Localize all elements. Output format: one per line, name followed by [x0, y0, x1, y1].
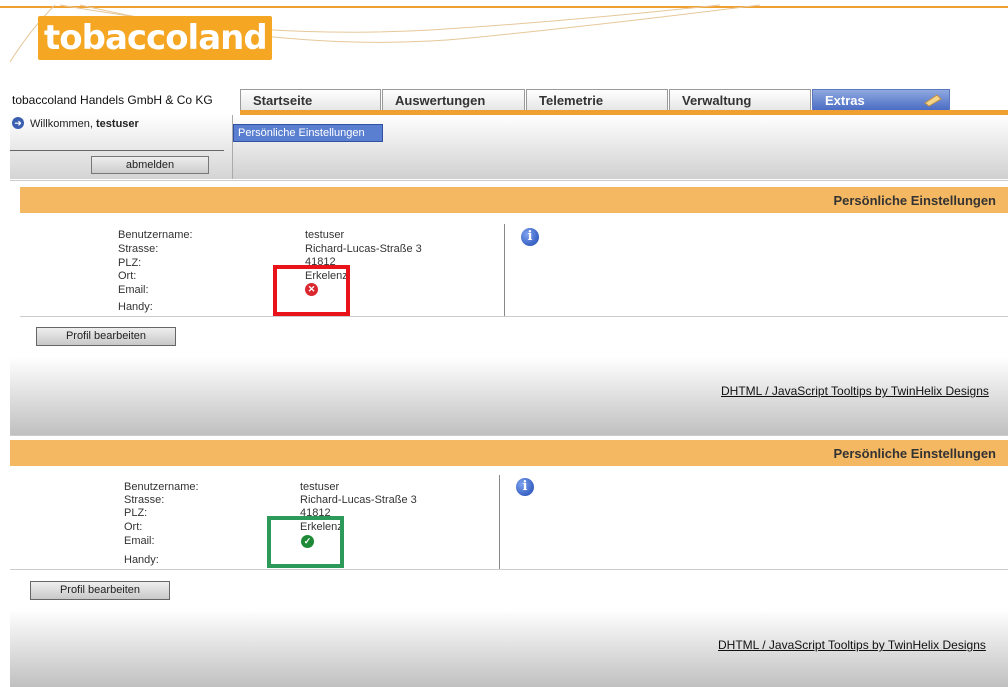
- info-icon[interactable]: i: [516, 478, 534, 496]
- welcome-username: testuser: [96, 118, 139, 130]
- vertical-divider: [499, 475, 500, 569]
- label-email: Email:: [124, 535, 155, 547]
- welcome-text: Willkommen, testuser: [30, 118, 139, 130]
- value-username: testuser: [305, 229, 345, 241]
- divider: [20, 316, 1008, 317]
- label-city: Ort:: [118, 270, 137, 282]
- highlight-box-error: [273, 265, 350, 316]
- label-street: Strasse:: [118, 243, 159, 255]
- arrow-right-icon: ➜: [12, 117, 24, 129]
- info-icon[interactable]: i: [521, 228, 539, 246]
- tab-extras[interactable]: Extras: [812, 89, 950, 111]
- tab-verwaltung[interactable]: Verwaltung: [669, 89, 811, 111]
- tab-auswertungen[interactable]: Auswertungen: [382, 89, 525, 111]
- tab-label: Startseite: [253, 93, 313, 108]
- company-name: tobaccoland Handels GmbH & Co KG: [12, 93, 213, 107]
- vertical-divider: [504, 224, 505, 316]
- panel-title: Persönliche Einstellungen: [10, 440, 1008, 466]
- value-street: Richard-Lucas-Straße 3: [300, 494, 417, 506]
- label-city: Ort:: [124, 521, 143, 533]
- logo[interactable]: tobaccoland: [38, 16, 272, 60]
- edit-profile-button[interactable]: Profil bearbeiten: [30, 581, 170, 600]
- label-street: Strasse:: [124, 494, 165, 506]
- welcome-prefix: Willkommen,: [30, 118, 97, 130]
- tooltips-credit-link[interactable]: DHTML / JavaScript Tooltips by TwinHelix…: [718, 638, 986, 652]
- pencil-icon: [924, 94, 942, 107]
- tab-label: Verwaltung: [682, 93, 752, 108]
- tooltips-credit-link[interactable]: DHTML / JavaScript Tooltips by TwinHelix…: [721, 384, 989, 398]
- value-zip: 41812: [305, 256, 336, 265]
- tab-label: Extras: [825, 93, 865, 108]
- tab-startseite[interactable]: Startseite: [240, 89, 381, 111]
- label-zip: PLZ:: [118, 257, 142, 269]
- edit-profile-button[interactable]: Profil bearbeiten: [36, 327, 176, 346]
- label-username: Benutzername:: [124, 481, 199, 493]
- redacted-email: [338, 537, 468, 561]
- panel-title: Persönliche Einstellungen: [20, 187, 1008, 213]
- label-zip: PLZ:: [124, 507, 148, 519]
- tab-label: Auswertungen: [395, 93, 486, 108]
- label-mobile: Handy:: [118, 301, 153, 313]
- label-email: Email:: [118, 284, 149, 296]
- divider: [10, 569, 1008, 570]
- tab-label: Telemetrie: [539, 93, 604, 108]
- label-username: Benutzername:: [118, 229, 193, 241]
- logout-button[interactable]: abmelden: [91, 156, 209, 174]
- tab-telemetrie[interactable]: Telemetrie: [526, 89, 668, 111]
- highlight-box-valid: [267, 516, 344, 568]
- header: tobaccoland: [0, 0, 1008, 88]
- value-username: testuser: [300, 481, 340, 493]
- label-mobile: Handy:: [124, 554, 159, 566]
- subnav-persoenliche-einstellungen[interactable]: Persönliche Einstellungen: [233, 124, 383, 142]
- divider: [10, 150, 224, 151]
- redacted-email: [340, 283, 472, 307]
- value-street: Richard-Lucas-Straße 3: [305, 243, 422, 255]
